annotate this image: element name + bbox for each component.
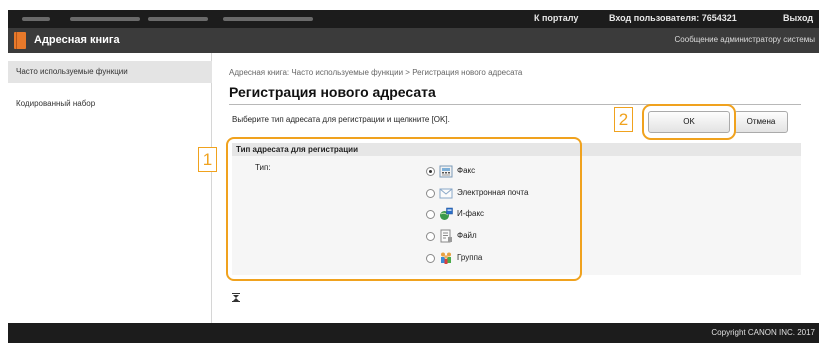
portal-link[interactable]: К порталу	[534, 13, 578, 23]
callout-frame-1	[226, 137, 582, 281]
instruction-text: Выберите тип адресата для регистрации и …	[232, 115, 450, 124]
obscured-text	[223, 17, 313, 21]
cancel-button[interactable]: Отмена	[734, 111, 788, 133]
obscured-text	[22, 17, 50, 21]
breadcrumb: Адресная книга: Часто используемые функц…	[229, 68, 523, 77]
sidebar-item-coded-dial[interactable]: Кодированный набор	[8, 93, 212, 115]
logout-link[interactable]: Выход	[783, 13, 813, 23]
title-bar: Адресная книга Сообщение администратору …	[8, 28, 819, 53]
address-book-icon	[14, 32, 26, 49]
login-user-text: Вход пользователя: 7654321	[609, 13, 737, 23]
sidebar-item-frequent-functions[interactable]: Часто используемые функции	[8, 61, 212, 83]
callout-number-2: 2	[614, 107, 633, 132]
obscured-text	[148, 17, 208, 21]
copyright-text: Copyright CANON INC. 2017	[711, 328, 815, 337]
sidebar: Часто используемые функции Кодированный …	[8, 53, 212, 323]
collapse-top-icon[interactable]	[232, 293, 240, 304]
callout-number-1: 1	[198, 147, 217, 172]
app-title: Адресная книга	[34, 34, 120, 46]
top-bar: К порталу Вход пользователя: 7654321 Вых…	[8, 10, 819, 28]
admin-message-link[interactable]: Сообщение администратору системы	[675, 35, 815, 44]
obscured-text	[70, 17, 140, 21]
page-title: Регистрация нового адресата	[229, 84, 436, 100]
footer: Copyright CANON INC. 2017	[8, 323, 819, 343]
callout-frame-2	[642, 104, 736, 140]
